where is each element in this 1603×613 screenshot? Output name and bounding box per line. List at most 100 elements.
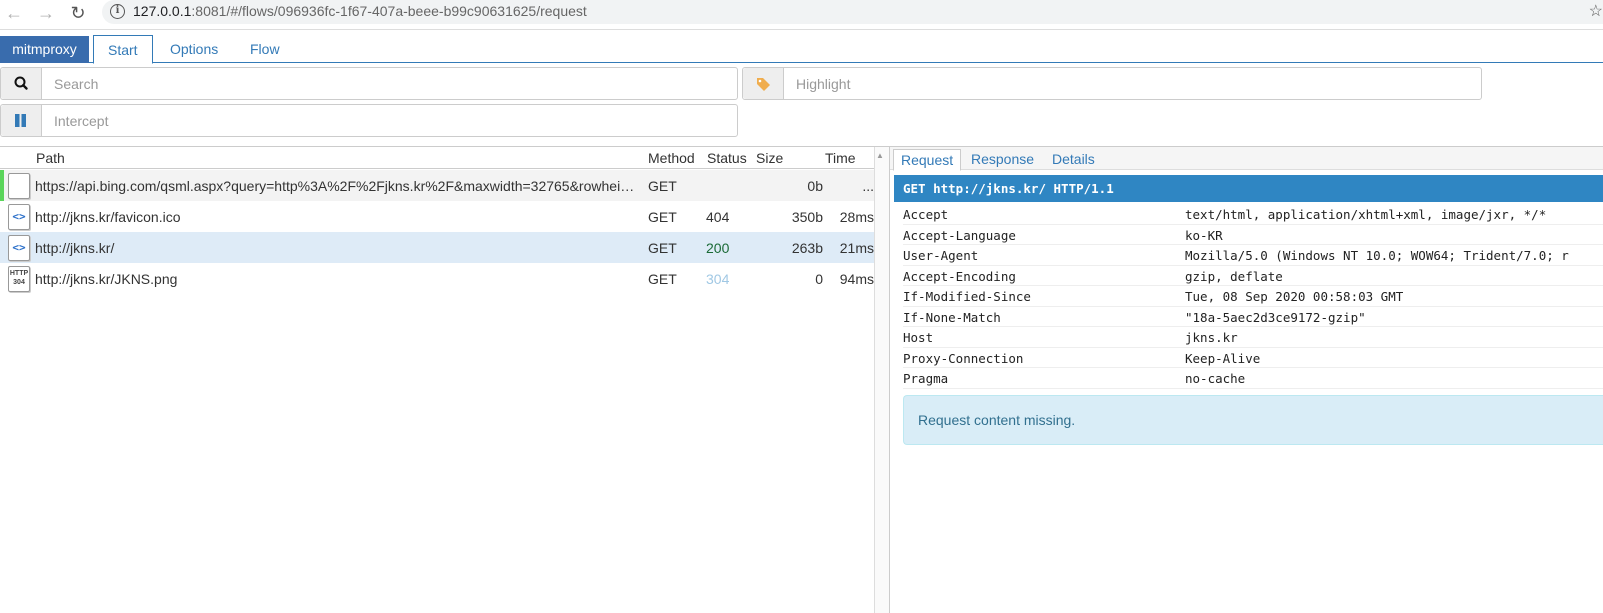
intercept-input[interactable] <box>43 105 733 136</box>
url-text[interactable]: 127.0.0.1:8081/#/flows/096936fc-1f67-407… <box>133 3 587 19</box>
header-name: Host <box>903 330 934 345</box>
flow-time: 94ms <box>839 271 874 287</box>
flow-path: http://jkns.kr/JKNS.png <box>35 271 178 287</box>
tab-request[interactable]: Request <box>893 149 962 171</box>
header-row[interactable]: Accept text/html, application/xhtml+xml, … <box>903 204 1603 225</box>
flow-size: 263b <box>791 240 823 256</box>
header-name: Accept <box>903 207 949 222</box>
column-status[interactable]: Status <box>707 150 747 166</box>
tag-icon <box>757 78 770 91</box>
header-value: text/html, application/xhtml+xml, image/… <box>1185 207 1547 222</box>
search-filter <box>0 67 738 100</box>
pause-icon <box>15 114 26 127</box>
tab-options[interactable]: Options <box>156 35 232 64</box>
request-headers: Accept text/html, application/xhtml+xml, … <box>903 204 1603 389</box>
blank-file-icon <box>8 173 30 199</box>
browser-toolbar: ← → ↻ i 127.0.0.1:8081/#/flows/096936fc-… <box>0 0 1603 30</box>
flow-size: 0 <box>815 271 823 287</box>
header-row[interactable]: Accept-Language ko-KR <box>903 225 1603 245</box>
header-value: no-cache <box>1185 371 1246 386</box>
flow-time: 28ms <box>839 209 874 225</box>
highlight-filter <box>742 67 1482 100</box>
brand-logo: mitmproxy <box>0 36 89 63</box>
request-first-line[interactable]: GET http://jkns.kr/ HTTP/1.1 <box>894 175 1603 202</box>
header-row[interactable]: Pragma no-cache <box>903 368 1603 389</box>
address-bar[interactable]: i 127.0.0.1:8081/#/flows/096936fc-1f67-4… <box>102 0 1603 24</box>
table-row[interactable]: <> http://jkns.kr/favicon.ico GET 404 35… <box>0 201 874 232</box>
header-row[interactable]: If-Modified-Since Tue, 08 Sep 2020 00:58:… <box>903 286 1603 307</box>
flow-method: GET <box>648 209 677 225</box>
flow-path: https://api.bing.com/qsml.aspx?query=htt… <box>35 178 641 194</box>
header-row[interactable]: Accept-Encoding gzip, deflate <box>903 266 1603 286</box>
header-value: ko-KR <box>1185 227 1223 243</box>
flow-scrollbar[interactable] <box>874 147 889 613</box>
header-name: Accept-Encoding <box>903 268 1016 284</box>
header-value: Tue, 08 Sep 2020 00:58:03 GMT <box>1185 289 1404 304</box>
bookmark-star-icon[interactable]: ☆ <box>1589 1 1603 21</box>
content-missing-alert: Request content missing. <box>903 395 1603 445</box>
column-time[interactable]: Time <box>825 150 856 166</box>
header-row[interactable]: Proxy-Connection Keep-Alive <box>903 348 1603 368</box>
tab-response[interactable]: Response <box>964 149 1041 171</box>
header-value: Keep-Alive <box>1185 350 1261 366</box>
reload-button[interactable]: ↻ <box>66 2 90 26</box>
header-name: Proxy-Connection <box>903 350 1024 366</box>
flow-time: ... <box>862 178 874 194</box>
flow-table: Path Method Status Size Time ▲ https://a… <box>0 146 889 613</box>
tab-start[interactable]: Start <box>93 35 153 64</box>
new-flow-marker <box>0 170 4 201</box>
flow-size: 0b <box>807 178 823 194</box>
flow-path: http://jkns.kr/ <box>35 240 115 256</box>
flow-path: http://jkns.kr/favicon.ico <box>35 209 181 225</box>
header-value: Mozilla/5.0 (Windows NT 10.0; WOW64; Tri… <box>1185 248 1569 263</box>
column-method[interactable]: Method <box>648 150 695 166</box>
url-host: 127.0.0.1 <box>133 3 192 19</box>
flow-method: GET <box>648 271 677 287</box>
flow-size: 350b <box>791 209 823 225</box>
header-row[interactable]: User-Agent Mozilla/5.0 (Windows NT 10.0; … <box>903 245 1603 266</box>
flow-method: GET <box>648 240 677 256</box>
search-addon <box>1 68 42 99</box>
column-path[interactable]: Path <box>36 150 65 166</box>
header-name: Accept-Language <box>903 227 1016 243</box>
header-name: If-Modified-Since <box>903 289 1031 304</box>
flow-method: GET <box>648 178 677 194</box>
table-row-selected[interactable]: <> http://jkns.kr/ GET 200 263b 21ms <box>0 232 874 263</box>
back-button[interactable]: ← <box>2 2 26 26</box>
http-304-icon: HTTP 304 <box>8 266 30 292</box>
scroll-up-icon[interactable]: ▲ <box>876 151 884 160</box>
back-arrow-icon: ← <box>5 3 23 23</box>
header-value: "18a-5aec2d3ce9172-gzip" <box>1185 309 1366 325</box>
header-name: User-Agent <box>903 248 979 263</box>
main-nav: mitmproxy Start Options Flow <box>0 30 1603 64</box>
flow-status: 200 <box>706 240 730 256</box>
header-value: gzip, deflate <box>1185 268 1283 284</box>
table-row[interactable]: https://api.bing.com/qsml.aspx?query=htt… <box>0 170 874 201</box>
reload-icon: ↻ <box>70 3 86 23</box>
highlight-input[interactable] <box>785 68 1477 99</box>
forward-button[interactable]: → <box>34 2 58 26</box>
html-file-icon: <> <box>8 235 30 261</box>
table-row[interactable]: HTTP 304 http://jkns.kr/JKNS.png GET 304 … <box>0 263 874 294</box>
highlight-addon <box>743 68 784 99</box>
tab-details[interactable]: Details <box>1045 149 1102 171</box>
intercept-filter <box>0 104 738 137</box>
header-name: Pragma <box>903 371 949 386</box>
site-info-icon[interactable]: i <box>110 4 125 19</box>
tab-flow[interactable]: Flow <box>236 35 294 64</box>
search-icon <box>14 76 28 90</box>
header-value: jkns.kr <box>1185 330 1238 345</box>
header-row[interactable]: If-None-Match "18a-5aec2d3ce9172-gzip" <box>903 307 1603 327</box>
flow-detail: Request Response Details GET http://jkns… <box>889 146 1603 613</box>
flow-time: 21ms <box>839 240 874 256</box>
column-size[interactable]: Size <box>756 150 783 166</box>
flow-status: 404 <box>706 209 730 225</box>
header-row[interactable]: Host jkns.kr <box>903 327 1603 348</box>
flow-table-header: Path Method Status Size Time <box>0 147 874 169</box>
url-path: :8081/#/flows/096936fc-1f67-407a-beee-b9… <box>191 3 587 19</box>
intercept-addon <box>1 105 42 136</box>
search-input[interactable] <box>43 68 733 99</box>
detail-tabs: Request Response Details <box>890 147 1603 171</box>
forward-arrow-icon: → <box>37 3 55 23</box>
flow-status: 304 <box>706 271 730 287</box>
